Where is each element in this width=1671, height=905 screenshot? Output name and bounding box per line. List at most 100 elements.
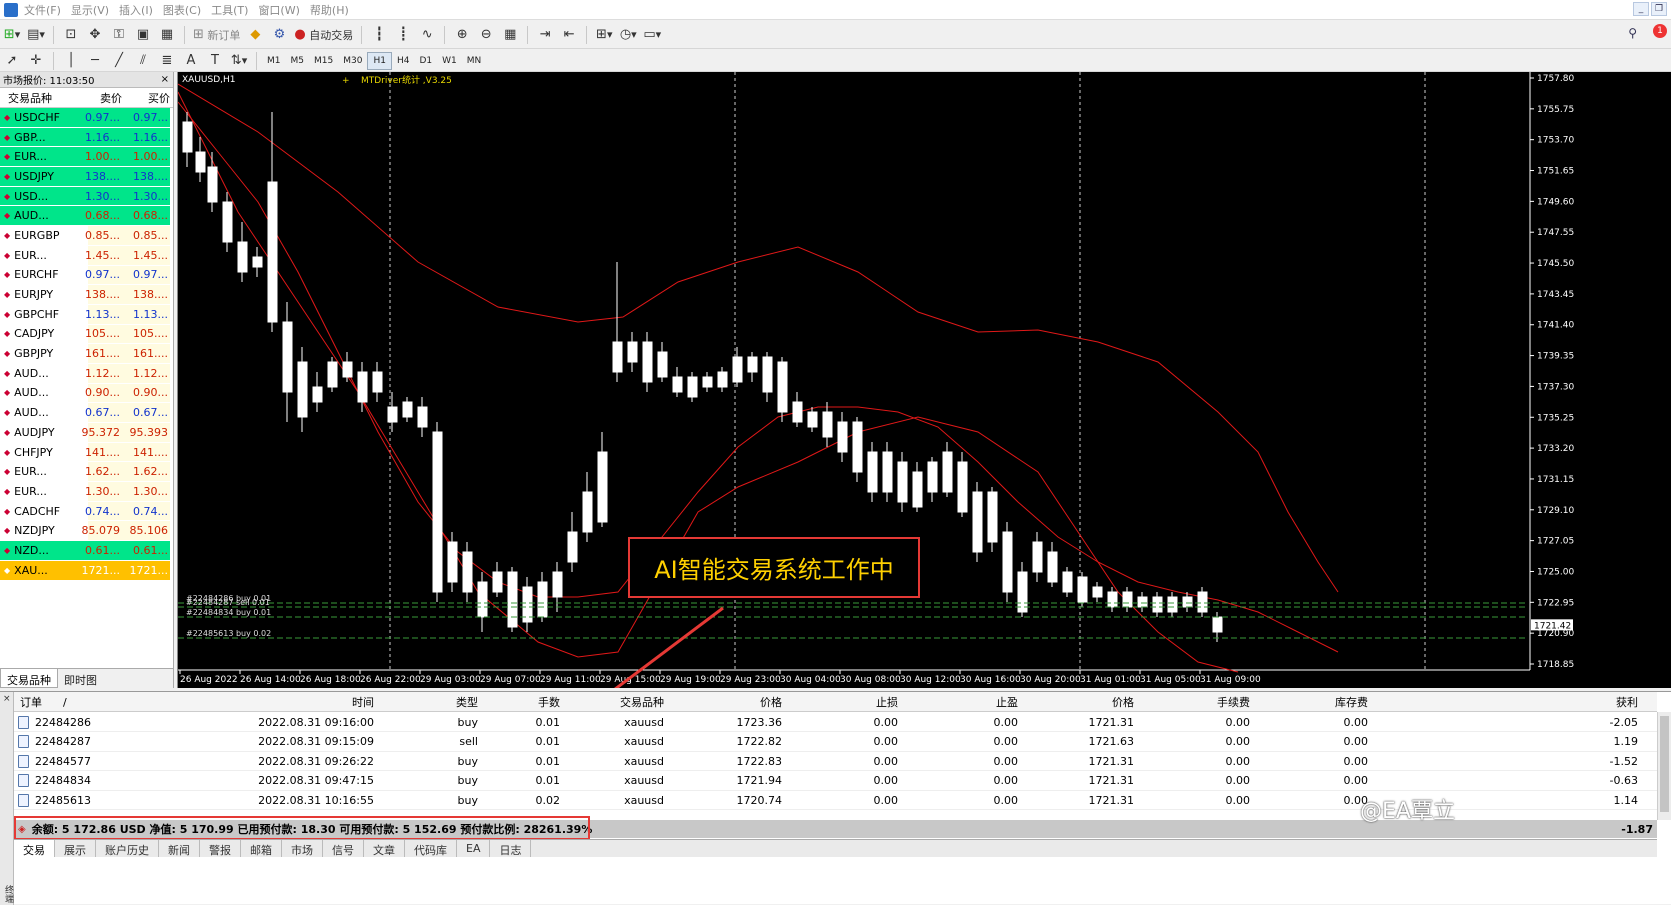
menu-view[interactable]: 显示(V) <box>71 2 119 18</box>
label-icon[interactable]: T <box>204 50 226 72</box>
tab-symbols[interactable]: 交易品种 <box>0 669 58 688</box>
col-current-price[interactable]: 价格 <box>1034 692 1134 712</box>
market-watch-row[interactable]: ◆ CADCHF 0.74... 0.74... <box>0 501 173 522</box>
market-watch-row[interactable]: ◆ XAU... 1721... 1721... <box>0 560 173 581</box>
col-ask[interactable]: 买价 <box>122 90 170 106</box>
terminal-tab[interactable]: 新闻 <box>159 840 200 857</box>
tab-tick-chart[interactable]: 即时图 <box>58 669 103 688</box>
tile-windows-icon[interactable]: ▦ <box>499 24 521 46</box>
col-tp[interactable]: 止盈 <box>914 692 1018 712</box>
market-watch-row[interactable]: ◆ USD... 1.30... 1.30... <box>0 186 173 207</box>
close-icon[interactable]: × <box>3 694 11 704</box>
candlestick-button[interactable]: ┋ <box>392 24 414 46</box>
chart-shift-icon[interactable]: ⇤ <box>558 24 580 46</box>
market-watch-row[interactable]: ◆ GBPJPY 161.... 161.... <box>0 344 173 364</box>
timeframe-m15[interactable]: M15 <box>309 52 338 70</box>
market-watch-row[interactable]: ◆ USDJPY 138.... 138.... <box>0 167 173 187</box>
timeframe-m5[interactable]: M5 <box>286 52 310 70</box>
market-watch-row[interactable]: ◆ CADJPY 105.... 105.... <box>0 324 173 345</box>
trade-row[interactable]: 22484834 2022.08.31 09:47:15 buy 0.01 xauusd… <box>14 771 1657 791</box>
data-window-button[interactable]: ⚿ <box>108 24 130 46</box>
zoom-out-icon[interactable]: ⊖ <box>475 24 497 46</box>
experts-button[interactable]: ⚙ <box>268 24 290 46</box>
terminal-button[interactable]: ▣ <box>132 24 154 46</box>
fibonacci-icon[interactable]: ≣ <box>156 50 178 72</box>
col-swap[interactable]: 库存费 <box>1264 692 1368 712</box>
market-watch-row[interactable]: ◆ AUD... 1.12... 1.12... <box>0 363 173 384</box>
cursor-icon[interactable]: ➚ <box>1 50 23 72</box>
col-symbol[interactable]: 交易品种 <box>574 692 664 712</box>
timeframe-w1[interactable]: W1 <box>437 52 462 70</box>
col-type[interactable]: 类型 <box>394 692 478 712</box>
terminal-tab[interactable]: 文章 <box>364 840 405 857</box>
metaeditor-button[interactable]: ◆ <box>244 24 266 46</box>
timeframe-h4[interactable]: H4 <box>392 52 415 70</box>
market-watch-row[interactable]: ◆ CHFJPY 141.... 141.... <box>0 442 173 463</box>
indicators-button[interactable]: ⊞ ▾ <box>593 24 615 46</box>
trade-row[interactable]: 22484287 2022.08.31 09:15:09 sell 0.01 xauus… <box>14 732 1657 752</box>
new-chart-button[interactable]: ⊞ ▾ <box>1 24 23 46</box>
restore-button[interactable]: ❐ <box>1651 2 1667 16</box>
terminal-tab[interactable]: 警报 <box>200 840 241 857</box>
market-watch-button[interactable]: ⊡ <box>60 24 82 46</box>
menu-help[interactable]: 帮助(H) <box>310 2 359 18</box>
terminal-tab[interactable]: 代码库 <box>405 840 457 857</box>
horizontal-line-icon[interactable]: ─ <box>84 50 106 72</box>
timeframe-m30[interactable]: M30 <box>338 52 367 70</box>
col-symbol[interactable]: 交易品种 <box>0 90 88 106</box>
autoscroll-icon[interactable]: ⇥ <box>534 24 556 46</box>
arrows-icon[interactable]: ⇅ ▾ <box>228 50 250 72</box>
market-watch-row[interactable]: ◆ EURJPY 138.... 138.... <box>0 285 173 305</box>
chart-window[interactable]: 1757.80 1755.75 1753.70 1751.65 1749.60 1747.… <box>177 72 1671 688</box>
terminal-tab[interactable]: EA <box>457 840 491 857</box>
col-commission[interactable]: 手续费 <box>1154 692 1250 712</box>
trade-row[interactable]: 22484286 2022.08.31 09:16:00 buy 0.01 xauusd… <box>14 712 1657 732</box>
price-chart[interactable]: 1757.80 1755.75 1753.70 1751.65 1749.60 1747.… <box>178 72 1671 688</box>
trade-row[interactable]: 22484577 2022.08.31 09:26:22 buy 0.01 xauusd… <box>14 751 1657 772</box>
timeframe-mn[interactable]: MN <box>462 52 487 70</box>
col-lots[interactable]: 手数 <box>484 692 560 712</box>
market-watch-row[interactable]: ◆ NZDJPY 85.079 85.106 <box>0 521 173 542</box>
terminal-tab[interactable]: 账户历史 <box>96 840 159 857</box>
col-price[interactable]: 价格 <box>674 692 782 712</box>
strategy-tester-button[interactable]: ▦ <box>156 24 178 46</box>
market-watch-row[interactable]: ◆ AUD... 0.67... 0.67... <box>0 403 173 423</box>
trendline-icon[interactable]: ╱ <box>108 50 130 72</box>
market-watch-row[interactable]: ◆ EURGBP 0.85... 0.85... <box>0 226 173 246</box>
vertical-line-icon[interactable]: │ <box>60 50 82 72</box>
timeframe-d1[interactable]: D1 <box>414 52 437 70</box>
menu-window[interactable]: 窗口(W) <box>258 2 309 18</box>
market-watch-row[interactable]: ◆ USDCHF 0.97... 0.97... <box>0 108 173 128</box>
channel-icon[interactable]: ⫽ <box>132 50 154 72</box>
terminal-scrollbar[interactable] <box>1657 712 1671 820</box>
terminal-tab[interactable]: 日志 <box>490 840 532 857</box>
col-profit[interactable]: 获利 <box>1374 692 1638 712</box>
terminal-tab[interactable]: 交易 <box>14 840 55 857</box>
market-watch-row[interactable]: ◆ AUD... 0.90... 0.90... <box>0 383 173 404</box>
market-watch-row[interactable]: ◆ EUR... 1.62... 1.62... <box>0 462 173 483</box>
timeframe-h1[interactable]: H1 <box>367 51 392 70</box>
terminal-tab[interactable]: 市场 <box>282 840 323 857</box>
market-watch-row[interactable]: ◆ EURCHF 0.97... 0.97... <box>0 265 173 286</box>
scrollbar-thumb[interactable] <box>1660 716 1669 812</box>
close-icon[interactable]: × <box>161 74 173 85</box>
minimize-button[interactable]: _ <box>1633 2 1649 16</box>
templates-button[interactable]: ▭ ▾ <box>641 24 663 46</box>
profiles-button[interactable]: ▤ ▾ <box>25 24 47 46</box>
search-icon[interactable]: ⚲ <box>1628 26 1637 40</box>
terminal-tab[interactable]: 信号 <box>323 840 364 857</box>
col-time[interactable]: 时间 <box>174 692 374 712</box>
line-chart-button[interactable]: ∿ <box>416 24 438 46</box>
crosshair-icon[interactable]: ✛ <box>25 50 47 72</box>
text-icon[interactable]: A <box>180 50 202 72</box>
market-watch-row[interactable]: ◆ AUD... 0.68... 0.68... <box>0 206 173 227</box>
auto-trading-button[interactable]: ● 自动交易 <box>292 24 355 46</box>
new-order-button[interactable]: ⊞ 新订单 <box>191 24 242 46</box>
market-watch-row[interactable]: ◆ GBPCHF 1.13... 1.13... <box>0 304 173 325</box>
market-watch-row[interactable]: ◆ AUDJPY 95.372 95.393 <box>0 423 173 443</box>
terminal-tab[interactable]: 邮箱 <box>241 840 282 857</box>
market-watch-row[interactable]: ◆ EUR... 1.00... 1.00... <box>0 147 173 168</box>
navigator-button[interactable]: ✥ <box>84 24 106 46</box>
col-bid[interactable]: 卖价 <box>88 90 122 106</box>
market-watch-row[interactable]: ◆ EUR... 1.45... 1.45... <box>0 245 173 266</box>
